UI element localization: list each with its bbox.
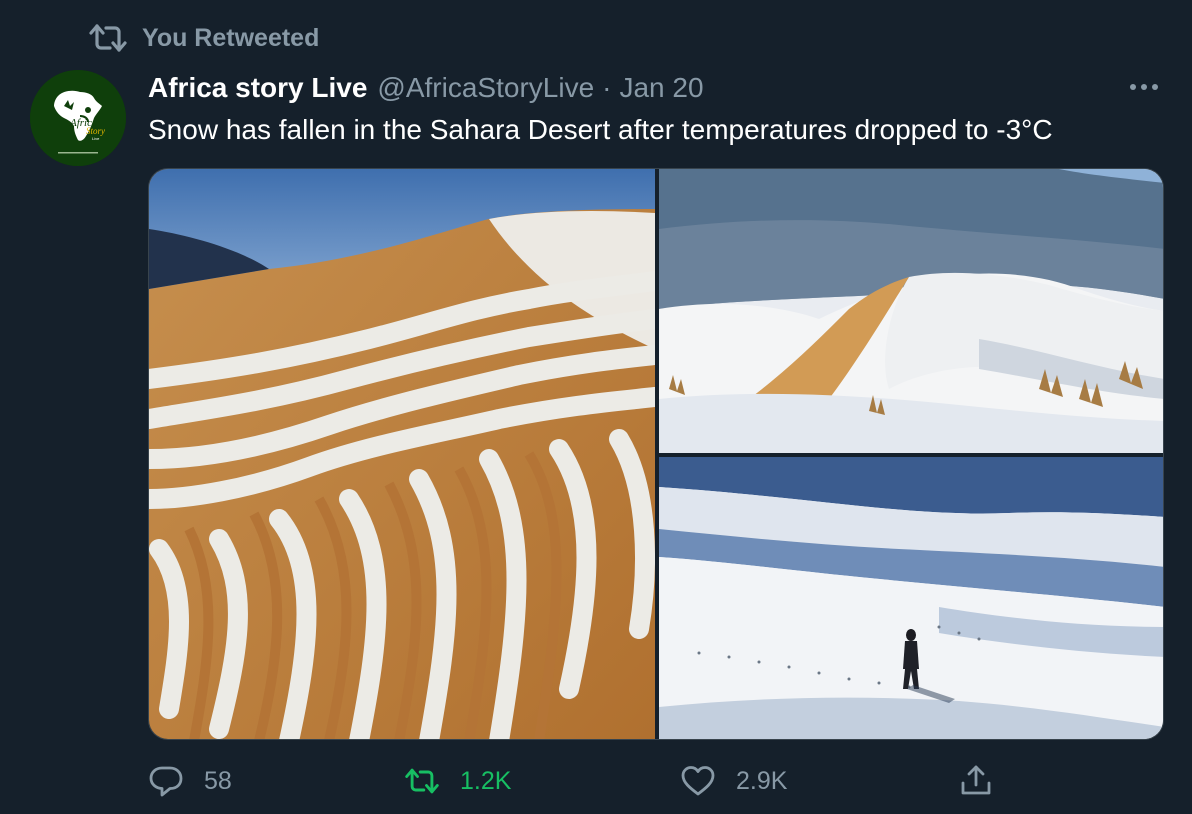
display-name[interactable]: Africa story Live <box>148 72 367 104</box>
more-icon-dot <box>1152 84 1158 90</box>
social-context[interactable]: You Retweeted <box>88 20 319 56</box>
more-icon-dot <box>1141 84 1147 90</box>
retweet-icon-active <box>405 768 439 794</box>
media-grid <box>148 168 1164 740</box>
header-separator: · <box>602 72 612 103</box>
reply-icon <box>149 766 183 797</box>
person-walking-image <box>659 457 1163 739</box>
share-button[interactable] <box>958 756 994 806</box>
tweet-text: Snow has fallen in the Sahara Desert aft… <box>148 114 1053 145</box>
share-icon <box>961 765 991 795</box>
like-button[interactable]: 2.9K <box>680 756 787 806</box>
user-handle[interactable]: @AfricaStoryLive <box>377 72 594 104</box>
tweet-header: Africa story Live @AfricaStoryLive · Jan… <box>148 68 704 108</box>
like-count: 2.9K <box>736 766 788 795</box>
retweet-button[interactable]: 1.2K <box>404 756 511 806</box>
avatar[interactable]: Africa Story Live <box>30 70 126 166</box>
social-context-label: You Retweeted <box>142 23 320 52</box>
heart-icon <box>681 766 715 796</box>
svg-text:Story: Story <box>86 126 105 136</box>
photo-snow-ripples[interactable] <box>149 169 655 739</box>
retweet-icon <box>89 24 127 52</box>
more-icon <box>1130 84 1136 90</box>
photo-person-on-snowy-dunes[interactable] <box>659 457 1163 739</box>
reply-button[interactable]: 58 <box>148 756 232 806</box>
photo-snowy-dunes-mountain[interactable] <box>659 169 1163 453</box>
tweet-actions: 58 1.2K 2.9K <box>148 756 1164 806</box>
snowy-dunes-mountain-image <box>659 169 1163 453</box>
snow-ripples-image <box>149 169 655 739</box>
retweet-count: 1.2K <box>460 766 512 795</box>
tweet-date[interactable]: Jan 20 <box>619 72 703 104</box>
svg-text:Live: Live <box>92 136 100 141</box>
more-options-button[interactable] <box>1126 74 1162 100</box>
reply-count: 58 <box>204 766 232 795</box>
tweet-page: You Retweeted Africa Story Live Africa s… <box>0 0 1192 814</box>
africa-story-logo: Africa Story Live <box>30 70 126 166</box>
